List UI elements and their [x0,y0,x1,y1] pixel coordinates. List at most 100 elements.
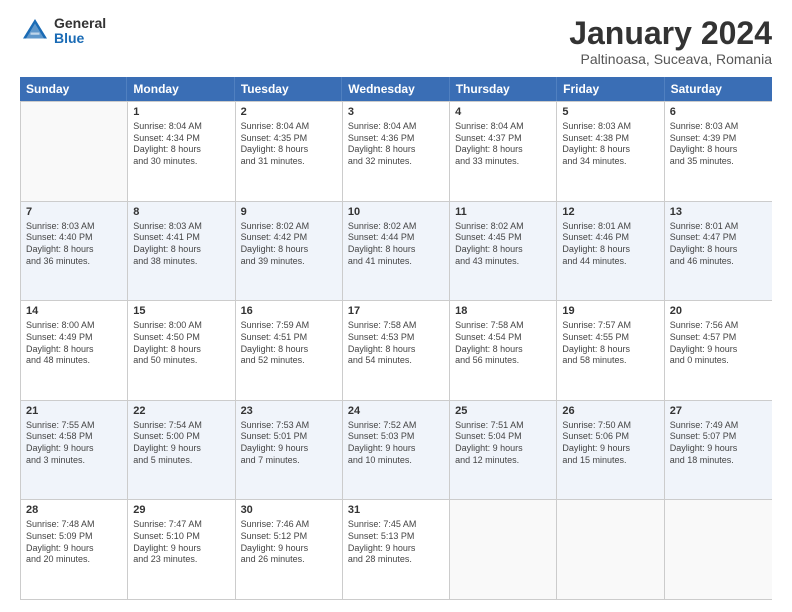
cell-info-line: Daylight: 8 hours [26,344,122,356]
cell-info-line: Sunrise: 7:53 AM [241,420,337,432]
cell-info-line: and 31 minutes. [241,156,337,168]
cal-cell-0-1: 1Sunrise: 8:04 AMSunset: 4:34 PMDaylight… [128,102,235,201]
cell-info-line: Daylight: 8 hours [133,144,229,156]
cal-cell-0-2: 2Sunrise: 8:04 AMSunset: 4:35 PMDaylight… [236,102,343,201]
cell-info-line: Sunrise: 7:58 AM [455,320,551,332]
day-number: 6 [670,105,767,120]
cal-cell-4-2: 30Sunrise: 7:46 AMSunset: 5:12 PMDayligh… [236,500,343,599]
cell-info-line: Sunrise: 7:48 AM [26,519,122,531]
cell-info-line: and 34 minutes. [562,156,658,168]
day-number: 14 [26,304,122,319]
cell-info-line: Daylight: 8 hours [241,244,337,256]
cal-cell-4-6 [665,500,772,599]
cell-info-line: Daylight: 9 hours [241,443,337,455]
day-number: 11 [455,205,551,220]
cell-info-line: Daylight: 9 hours [670,443,767,455]
weekday-header-tuesday: Tuesday [235,77,342,101]
cell-info-line: Daylight: 9 hours [26,543,122,555]
cell-info-line: Sunset: 4:41 PM [133,232,229,244]
cal-cell-3-1: 22Sunrise: 7:54 AMSunset: 5:00 PMDayligh… [128,401,235,500]
cell-info-line: Sunset: 4:58 PM [26,431,122,443]
cell-info-line: Sunset: 5:07 PM [670,431,767,443]
weekday-header-monday: Monday [127,77,234,101]
cal-cell-4-0: 28Sunrise: 7:48 AMSunset: 5:09 PMDayligh… [21,500,128,599]
cell-info-line: Sunset: 4:50 PM [133,332,229,344]
page-header: General Blue January 2024 Paltinoasa, Su… [20,16,772,67]
cal-cell-4-1: 29Sunrise: 7:47 AMSunset: 5:10 PMDayligh… [128,500,235,599]
cell-info-line: Daylight: 9 hours [26,443,122,455]
day-number: 29 [133,503,229,518]
cell-info-line: Sunrise: 7:56 AM [670,320,767,332]
cal-cell-0-5: 5Sunrise: 8:03 AMSunset: 4:38 PMDaylight… [557,102,664,201]
cell-info-line: Daylight: 8 hours [562,344,658,356]
weekday-header-thursday: Thursday [450,77,557,101]
day-number: 12 [562,205,658,220]
cell-info-line: Sunrise: 7:49 AM [670,420,767,432]
cell-info-line: Sunset: 4:55 PM [562,332,658,344]
cell-info-line: and 50 minutes. [133,355,229,367]
cell-info-line: and 52 minutes. [241,355,337,367]
cell-info-line: and 43 minutes. [455,256,551,268]
cell-info-line: Sunset: 4:39 PM [670,133,767,145]
day-number: 3 [348,105,444,120]
day-number: 5 [562,105,658,120]
weekday-header-sunday: Sunday [20,77,127,101]
cell-info-line: and 15 minutes. [562,455,658,467]
location-subtitle: Paltinoasa, Suceava, Romania [569,51,772,67]
cell-info-line: Sunset: 5:06 PM [562,431,658,443]
cell-info-line: Sunrise: 7:45 AM [348,519,444,531]
cell-info-line: Daylight: 9 hours [133,543,229,555]
cal-cell-3-6: 27Sunrise: 7:49 AMSunset: 5:07 PMDayligh… [665,401,772,500]
day-number: 26 [562,404,658,419]
cell-info-line: and 32 minutes. [348,156,444,168]
cell-info-line: and 3 minutes. [26,455,122,467]
cal-cell-2-3: 17Sunrise: 7:58 AMSunset: 4:53 PMDayligh… [343,301,450,400]
cell-info-line: and 5 minutes. [133,455,229,467]
cell-info-line: Sunset: 4:51 PM [241,332,337,344]
cell-info-line: Sunrise: 8:02 AM [455,221,551,233]
cell-info-line: and 41 minutes. [348,256,444,268]
cal-cell-1-3: 10Sunrise: 8:02 AMSunset: 4:44 PMDayligh… [343,202,450,301]
day-number: 30 [241,503,337,518]
cell-info-line: Sunrise: 8:04 AM [241,121,337,133]
weekday-header-friday: Friday [557,77,664,101]
cal-cell-1-2: 9Sunrise: 8:02 AMSunset: 4:42 PMDaylight… [236,202,343,301]
cell-info-line: Daylight: 8 hours [348,144,444,156]
cell-info-line: Sunrise: 8:03 AM [562,121,658,133]
day-number: 15 [133,304,229,319]
cell-info-line: Daylight: 8 hours [455,344,551,356]
cell-info-line: Sunset: 4:45 PM [455,232,551,244]
cell-info-line: Daylight: 8 hours [133,244,229,256]
cell-info-line: and 30 minutes. [133,156,229,168]
month-title: January 2024 [569,16,772,51]
cell-info-line: Sunrise: 8:02 AM [241,221,337,233]
day-number: 19 [562,304,658,319]
day-number: 2 [241,105,337,120]
cell-info-line: Sunset: 4:42 PM [241,232,337,244]
cell-info-line: and 26 minutes. [241,554,337,566]
cell-info-line: Sunrise: 7:51 AM [455,420,551,432]
cal-cell-2-6: 20Sunrise: 7:56 AMSunset: 4:57 PMDayligh… [665,301,772,400]
cell-info-line: and 46 minutes. [670,256,767,268]
cal-cell-2-5: 19Sunrise: 7:57 AMSunset: 4:55 PMDayligh… [557,301,664,400]
cell-info-line: Sunset: 5:03 PM [348,431,444,443]
cell-info-line: Sunset: 4:38 PM [562,133,658,145]
cell-info-line: Sunset: 5:10 PM [133,531,229,543]
cell-info-line: Sunset: 5:01 PM [241,431,337,443]
cell-info-line: Daylight: 9 hours [348,443,444,455]
cell-info-line: Daylight: 9 hours [241,543,337,555]
cell-info-line: and 0 minutes. [670,355,767,367]
day-number: 9 [241,205,337,220]
cell-info-line: and 18 minutes. [670,455,767,467]
cell-info-line: and 44 minutes. [562,256,658,268]
day-number: 22 [133,404,229,419]
cell-info-line: Sunset: 4:47 PM [670,232,767,244]
cell-info-line: and 28 minutes. [348,554,444,566]
cell-info-line: Sunset: 5:12 PM [241,531,337,543]
cell-info-line: Sunrise: 8:02 AM [348,221,444,233]
cal-cell-2-4: 18Sunrise: 7:58 AMSunset: 4:54 PMDayligh… [450,301,557,400]
cell-info-line: and 12 minutes. [455,455,551,467]
cell-info-line: Sunset: 4:49 PM [26,332,122,344]
cal-cell-0-3: 3Sunrise: 8:04 AMSunset: 4:36 PMDaylight… [343,102,450,201]
day-number: 23 [241,404,337,419]
